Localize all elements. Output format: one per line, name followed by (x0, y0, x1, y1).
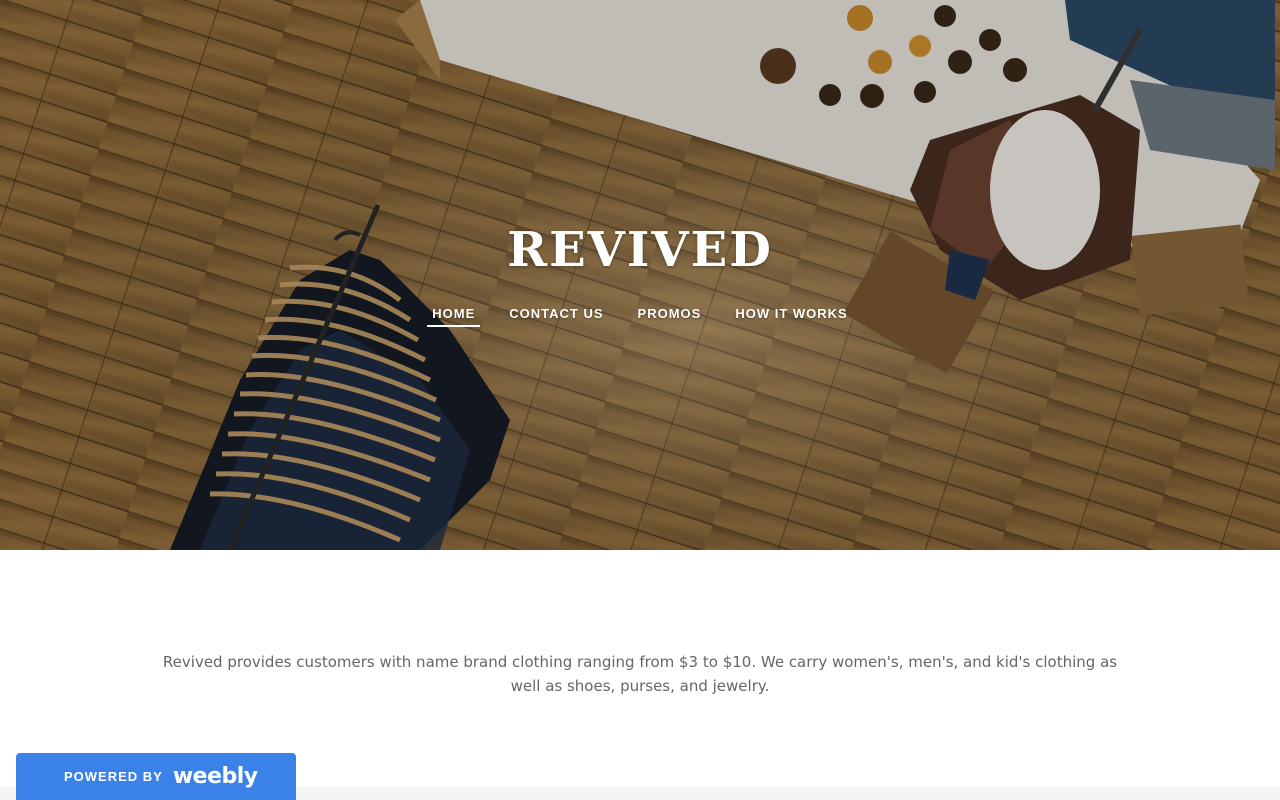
site-title[interactable]: REVIVED (0, 222, 1280, 278)
nav-item-contact-us[interactable]: CONTACT US (504, 304, 608, 327)
badge-powered-by-text: POWERED BY (64, 769, 163, 784)
main-content: Revived provides customers with name bra… (0, 550, 1280, 787)
powered-by-weebly-badge[interactable]: POWERED BY weebly (16, 753, 296, 800)
nav-item-home[interactable]: HOME (427, 304, 481, 327)
weebly-logo: weebly (172, 764, 258, 789)
hero-header: REVIVED HOME CONTACT US PROMOS HOW IT WO… (0, 0, 1280, 550)
nav-item-promos[interactable]: PROMOS (633, 304, 707, 327)
main-nav: HOME CONTACT US PROMOS HOW IT WORKS (0, 304, 1280, 327)
page: REVIVED HOME CONTACT US PROMOS HOW IT WO… (0, 0, 1280, 800)
nav-item-how-it-works[interactable]: HOW IT WORKS (730, 304, 852, 327)
intro-paragraph: Revived provides customers with name bra… (162, 653, 1118, 695)
